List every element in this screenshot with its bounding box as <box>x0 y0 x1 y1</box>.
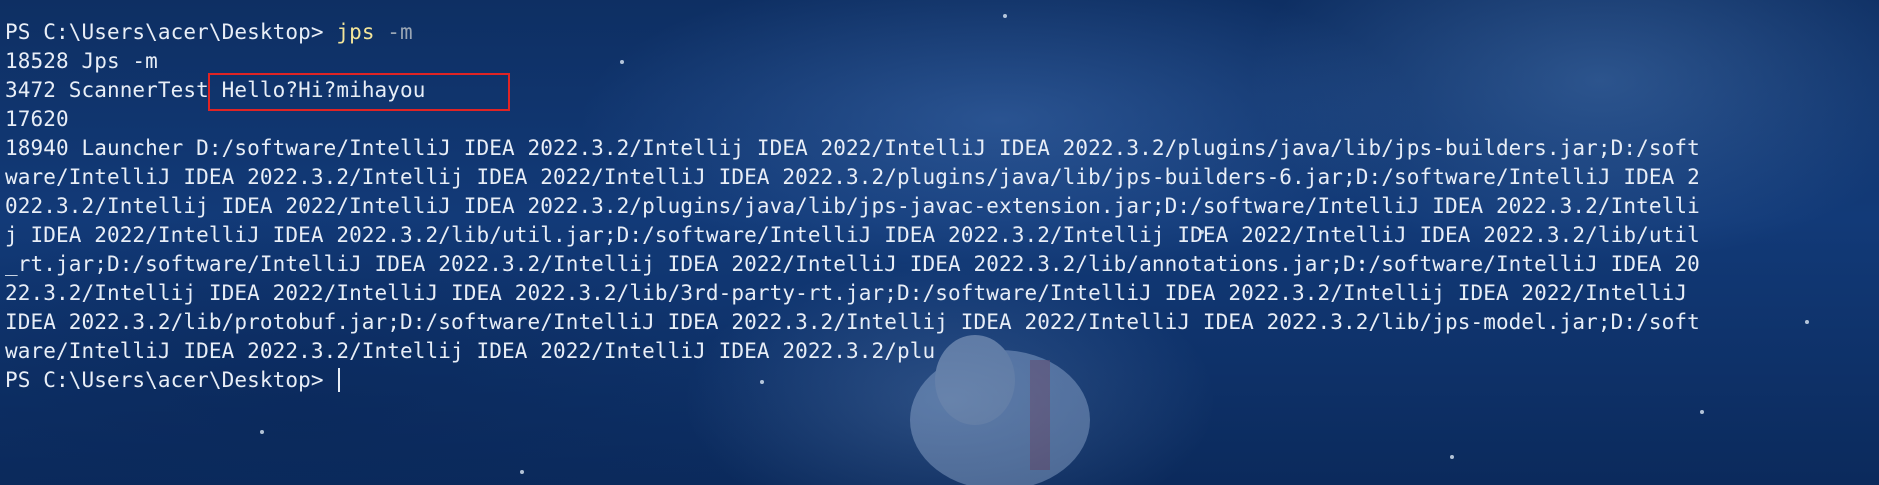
command-argument: -m <box>374 20 413 44</box>
terminal-line: ware/IntelliJ IDEA 2022.3.2/Intellij IDE… <box>5 339 936 363</box>
terminal-line: IDEA 2022.3.2/lib/protobuf.jar;D:/softwa… <box>5 310 1700 334</box>
terminal-line: ware/IntelliJ IDEA 2022.3.2/Intellij IDE… <box>5 165 1700 189</box>
terminal-output[interactable]: PS C:\Users\acer\Desktop> jps -m 18528 J… <box>0 0 1875 395</box>
highlighted-argument: Hello?Hi?mihayou <box>207 73 510 111</box>
terminal-line-scannertest: 3472 ScannerTest Hello?Hi?mihayou <box>5 73 1875 111</box>
terminal-line: 22.3.2/Intellij IDEA 2022/IntelliJ IDEA … <box>5 281 1688 305</box>
terminal-line: 18528 Jps -m <box>5 49 158 73</box>
text-cursor <box>338 368 341 392</box>
shell-prompt: PS C:\Users\acer\Desktop> <box>5 368 337 392</box>
terminal-line: 18940 Launcher D:/software/IntelliJ IDEA… <box>5 136 1700 160</box>
terminal-line: j IDEA 2022/IntelliJ IDEA 2022.3.2/lib/u… <box>5 223 1700 247</box>
process-info: 3472 ScannerTest <box>5 78 222 102</box>
command-name: jps <box>336 20 375 44</box>
terminal-line: 022.3.2/Intellij IDEA 2022/IntelliJ IDEA… <box>5 194 1700 218</box>
terminal-line-command: PS C:\Users\acer\Desktop> jps -m <box>5 18 1875 47</box>
terminal-line: _rt.jar;D:/software/IntelliJ IDEA 2022.3… <box>5 252 1700 276</box>
terminal-line-prompt[interactable]: PS C:\Users\acer\Desktop> <box>5 366 1875 395</box>
shell-prompt: PS C:\Users\acer\Desktop> <box>5 20 337 44</box>
